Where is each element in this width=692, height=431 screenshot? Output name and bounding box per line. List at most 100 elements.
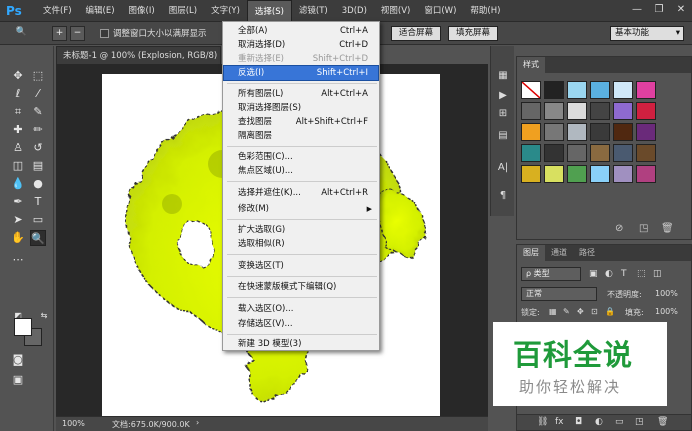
add-mask-icon[interactable]: ◘ <box>575 417 582 427</box>
menu-view[interactable]: 视图(V) <box>374 0 417 22</box>
zoom-tool-icon[interactable]: 🔍 <box>30 230 46 246</box>
brush-tool-icon[interactable]: ✏ <box>30 122 46 138</box>
group-icon[interactable]: ▭ <box>615 417 624 427</box>
style-swatch[interactable] <box>613 165 633 183</box>
paragraph-icon[interactable]: ¶ <box>495 188 511 204</box>
fill-value[interactable]: 100% <box>655 307 678 316</box>
lock-artboard-icon[interactable]: ⊡ <box>591 307 598 316</box>
zoom-level[interactable]: 100% <box>62 419 85 428</box>
menu-deselect-layers[interactable]: 取消选择图层(S) <box>224 101 378 115</box>
style-swatch[interactable] <box>521 144 541 162</box>
history-brush-tool-icon[interactable]: ↺ <box>30 140 46 156</box>
document-tab[interactable]: 未标题-1 @ 100% (Explosion, RGB/8) * <box>56 46 221 64</box>
style-swatch[interactable] <box>567 102 587 120</box>
menu-image[interactable]: 图像(I) <box>122 0 162 22</box>
crop-tool-icon[interactable]: ⌗ <box>10 104 26 120</box>
healing-brush-tool-icon[interactable]: ✚ <box>10 122 26 138</box>
style-swatch[interactable] <box>521 81 541 99</box>
style-swatch[interactable] <box>590 102 610 120</box>
filter-type-icon[interactable]: T <box>621 269 627 279</box>
tab-channels[interactable]: 通道 <box>545 245 573 261</box>
marquee-tool-icon[interactable]: ⬚ <box>30 68 46 84</box>
menu-inverse[interactable]: 反选(I) Shift+Ctrl+I <box>223 65 379 81</box>
tab-layers[interactable]: 图层 <box>517 245 545 261</box>
swatches-icon[interactable]: ▦ <box>495 68 511 84</box>
magic-wand-tool-icon[interactable]: ⁄ <box>30 86 46 102</box>
menu-transform-selection[interactable]: 变换选区(T) <box>224 259 378 273</box>
blend-mode-select[interactable]: 正常 <box>521 287 597 301</box>
style-swatch[interactable] <box>544 144 564 162</box>
menu-deselect[interactable]: 取消选择(D) Ctrl+D <box>224 38 378 52</box>
lock-image-icon[interactable]: ✎ <box>563 307 570 316</box>
new-style-icon[interactable]: ◳ <box>639 223 648 234</box>
type-tool-icon[interactable]: T <box>30 194 46 210</box>
fill-screen-button[interactable]: 填充屏幕 <box>448 26 498 41</box>
clone-stamp-tool-icon[interactable]: ♙ <box>10 140 26 156</box>
style-swatch[interactable] <box>567 81 587 99</box>
menu-quick-mask[interactable]: 在快速蒙版模式下编辑(Q) <box>224 280 378 294</box>
dodge-tool-icon[interactable]: ● <box>30 176 46 192</box>
zoom-tool-icon[interactable]: 🔍 <box>14 26 29 41</box>
style-swatch[interactable] <box>521 165 541 183</box>
delete-layer-icon[interactable]: 🗑 <box>657 417 668 427</box>
play-action-icon[interactable]: ▶ <box>495 88 511 104</box>
properties-icon[interactable]: ⊞ <box>495 106 511 122</box>
style-swatch[interactable] <box>590 81 610 99</box>
menu-select-and-mask[interactable]: 选择并遮住(K)... Alt+Ctrl+R <box>224 186 378 200</box>
style-swatch[interactable] <box>544 102 564 120</box>
lock-transparent-icon[interactable]: ▦ <box>549 307 557 316</box>
eyedropper-tool-icon[interactable]: ✎ <box>30 104 46 120</box>
minimize-button[interactable]: — <box>626 0 648 20</box>
opacity-value[interactable]: 100% <box>655 289 678 298</box>
hand-tool-icon[interactable]: ✋ <box>10 230 26 246</box>
style-swatch[interactable] <box>636 102 656 120</box>
style-swatch[interactable] <box>544 165 564 183</box>
menu-type[interactable]: 文字(Y) <box>204 0 247 22</box>
fit-screen-button[interactable]: 适合屏幕 <box>391 26 441 41</box>
filter-adjustment-icon[interactable]: ◐ <box>605 269 613 279</box>
blur-tool-icon[interactable]: 💧 <box>10 176 26 192</box>
filter-shape-icon[interactable]: ⬚ <box>637 269 646 279</box>
menu-reselect[interactable]: 重新选择(E) Shift+Ctrl+D <box>224 52 378 66</box>
more-tools-icon[interactable]: ⋯ <box>10 252 26 268</box>
menu-modify[interactable]: 修改(M) ▶ <box>224 202 378 216</box>
zoom-in-icon[interactable]: + <box>52 26 67 41</box>
lasso-tool-icon[interactable]: ℓ <box>10 86 26 102</box>
link-layers-icon[interactable]: ⛓ <box>537 417 548 427</box>
menu-load-selection[interactable]: 载入选区(O)... <box>224 302 378 316</box>
style-swatch[interactable] <box>544 81 564 99</box>
restore-button[interactable]: ❐ <box>648 0 670 20</box>
foreground-color-swatch[interactable] <box>14 318 32 336</box>
style-swatch[interactable] <box>613 102 633 120</box>
rectangle-tool-icon[interactable]: ▭ <box>30 212 46 228</box>
resize-windows-checkbox[interactable] <box>100 29 109 38</box>
style-swatch[interactable] <box>567 165 587 183</box>
close-button[interactable]: ✕ <box>670 0 692 20</box>
move-tool-icon[interactable]: ✥ <box>10 68 26 84</box>
gradient-tool-icon[interactable]: ▤ <box>30 158 46 174</box>
menu-grow[interactable]: 扩大选取(G) <box>224 223 378 237</box>
style-swatch[interactable] <box>521 123 541 141</box>
style-swatch[interactable] <box>590 144 610 162</box>
delete-style-icon[interactable]: 🗑 <box>661 223 674 234</box>
new-layer-icon[interactable]: ◳ <box>635 417 644 427</box>
pen-tool-icon[interactable]: ✒ <box>10 194 26 210</box>
swap-colors-icon[interactable]: ⇆ <box>36 308 52 324</box>
style-swatch[interactable] <box>590 165 610 183</box>
menu-new-3d-extrusion[interactable]: 新建 3D 模型(3) <box>224 337 378 351</box>
eraser-tool-icon[interactable]: ◫ <box>10 158 26 174</box>
menu-select[interactable]: 选择(S) <box>246 0 292 22</box>
style-swatch[interactable] <box>544 123 564 141</box>
workspace-select[interactable]: 基本功能 <box>610 26 684 41</box>
menu-color-range[interactable]: 色彩范围(C)... <box>224 150 378 164</box>
filter-smart-icon[interactable]: ◫ <box>653 269 662 279</box>
menu-help[interactable]: 帮助(H) <box>463 0 507 22</box>
style-swatch[interactable] <box>636 165 656 183</box>
style-swatch[interactable] <box>567 123 587 141</box>
style-swatch[interactable] <box>521 102 541 120</box>
styles-tab[interactable]: 样式 <box>517 57 545 73</box>
menu-3d[interactable]: 3D(D) <box>335 0 374 22</box>
menu-window[interactable]: 窗口(W) <box>417 0 463 22</box>
screen-mode-icon[interactable]: ▣ <box>10 372 26 388</box>
menu-edit[interactable]: 编辑(E) <box>79 0 122 22</box>
